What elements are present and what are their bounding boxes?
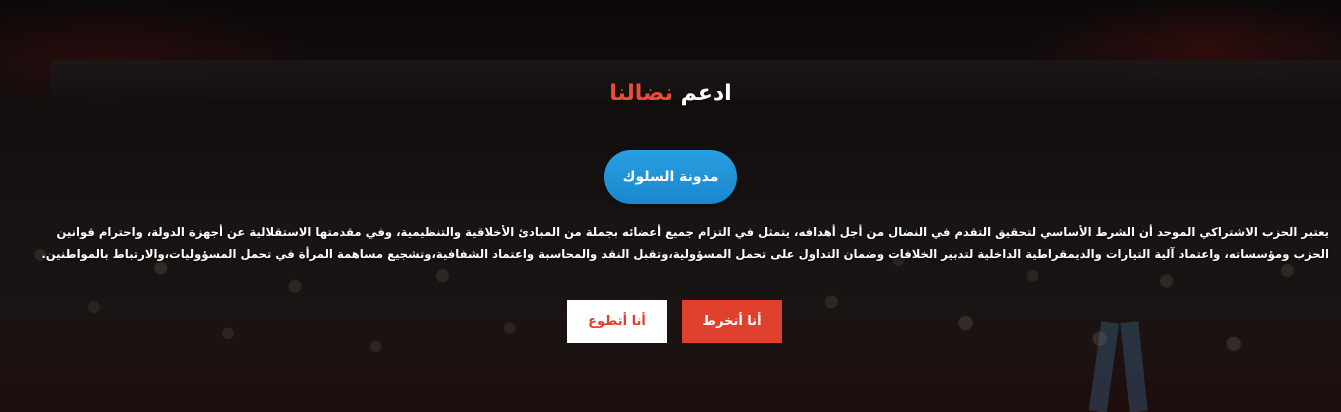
support-hero-section: ادعم نضالنا مدونة السلوك يعتبر الحزب الا… — [0, 0, 1341, 412]
section-title-accent: نضالنا — [609, 81, 673, 106]
join-button[interactable]: أنا أنخرط — [682, 300, 782, 343]
section-description: يعتبر الحزب الاشتراكي الموحد أن الشرط ال… — [41, 225, 1329, 261]
volunteer-button[interactable]: أنا أتطوع — [567, 300, 667, 343]
code-of-conduct-button[interactable]: مدونة السلوك — [604, 150, 737, 204]
hero-content: ادعم نضالنا مدونة السلوك يعتبر الحزب الا… — [0, 0, 1341, 412]
section-title: ادعم نضالنا — [0, 80, 1341, 108]
section-title-main: ادعم — [672, 81, 732, 106]
